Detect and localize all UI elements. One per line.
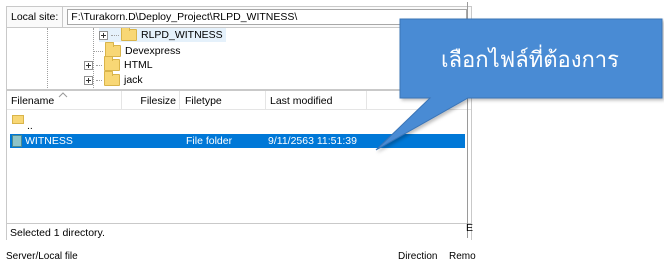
expand-icon[interactable]	[99, 30, 108, 40]
status-bar: Selected 1 directory.	[7, 223, 471, 241]
file-row-witness[interactable]: WITNESS File folder 9/11/2563 11:51:39	[10, 134, 465, 148]
tree-item-label: HTML	[124, 59, 153, 71]
column-divider[interactable]	[366, 91, 367, 110]
file-name: WITNESS	[25, 135, 73, 147]
tree-item-rlpd-witness[interactable]: RLPD_WITNESS	[99, 28, 226, 42]
folder-up-icon	[12, 115, 24, 124]
file-modified: 9/11/2563 11:51:39	[268, 135, 357, 147]
column-header-direction[interactable]: Direction	[398, 251, 437, 262]
column-header-server-local-file[interactable]: Server/Local file	[6, 251, 78, 262]
folder-icon	[121, 28, 137, 41]
tree-connector	[111, 34, 119, 36]
local-site-label: Local site:	[7, 7, 64, 27]
expand-icon[interactable]	[84, 75, 93, 85]
tree-item-html[interactable]: HTML	[84, 56, 153, 72]
folder-icon	[104, 56, 120, 71]
tree-item-label: Devexpress	[125, 45, 181, 57]
column-header-last-modified[interactable]: Last modified	[266, 91, 366, 110]
column-header-filename[interactable]: Filename	[7, 91, 121, 110]
tree-connector	[96, 64, 102, 66]
file-name: ..	[27, 120, 33, 132]
tree-item-label: jack	[124, 74, 143, 86]
expand-icon[interactable]	[84, 60, 93, 70]
column-header-filesize[interactable]: Filesize	[121, 91, 179, 110]
column-divider[interactable]	[179, 91, 180, 110]
tree-connector	[94, 50, 103, 52]
transfer-queue-header: Server/Local file Direction Remo	[6, 248, 476, 265]
tree-item-label: RLPD_WITNESS	[141, 29, 223, 41]
tree-item-jack[interactable]: jack	[84, 71, 143, 87]
column-header-remote[interactable]: Remo	[449, 251, 476, 262]
file-type: File folder	[186, 135, 233, 147]
column-header-filetype[interactable]: Filetype	[181, 91, 265, 110]
folder-icon	[12, 135, 22, 147]
callout-text: เลือกไฟล์ที่ต้องการ	[441, 47, 619, 73]
truncated-label: E	[466, 222, 474, 234]
folder-icon	[104, 71, 120, 86]
tree-connector	[96, 79, 102, 81]
local-file-list: Filename Filesize Filetype Last modified…	[6, 90, 472, 241]
tree-guide-line	[47, 28, 48, 89]
file-row-parent[interactable]: ..	[10, 115, 465, 132]
